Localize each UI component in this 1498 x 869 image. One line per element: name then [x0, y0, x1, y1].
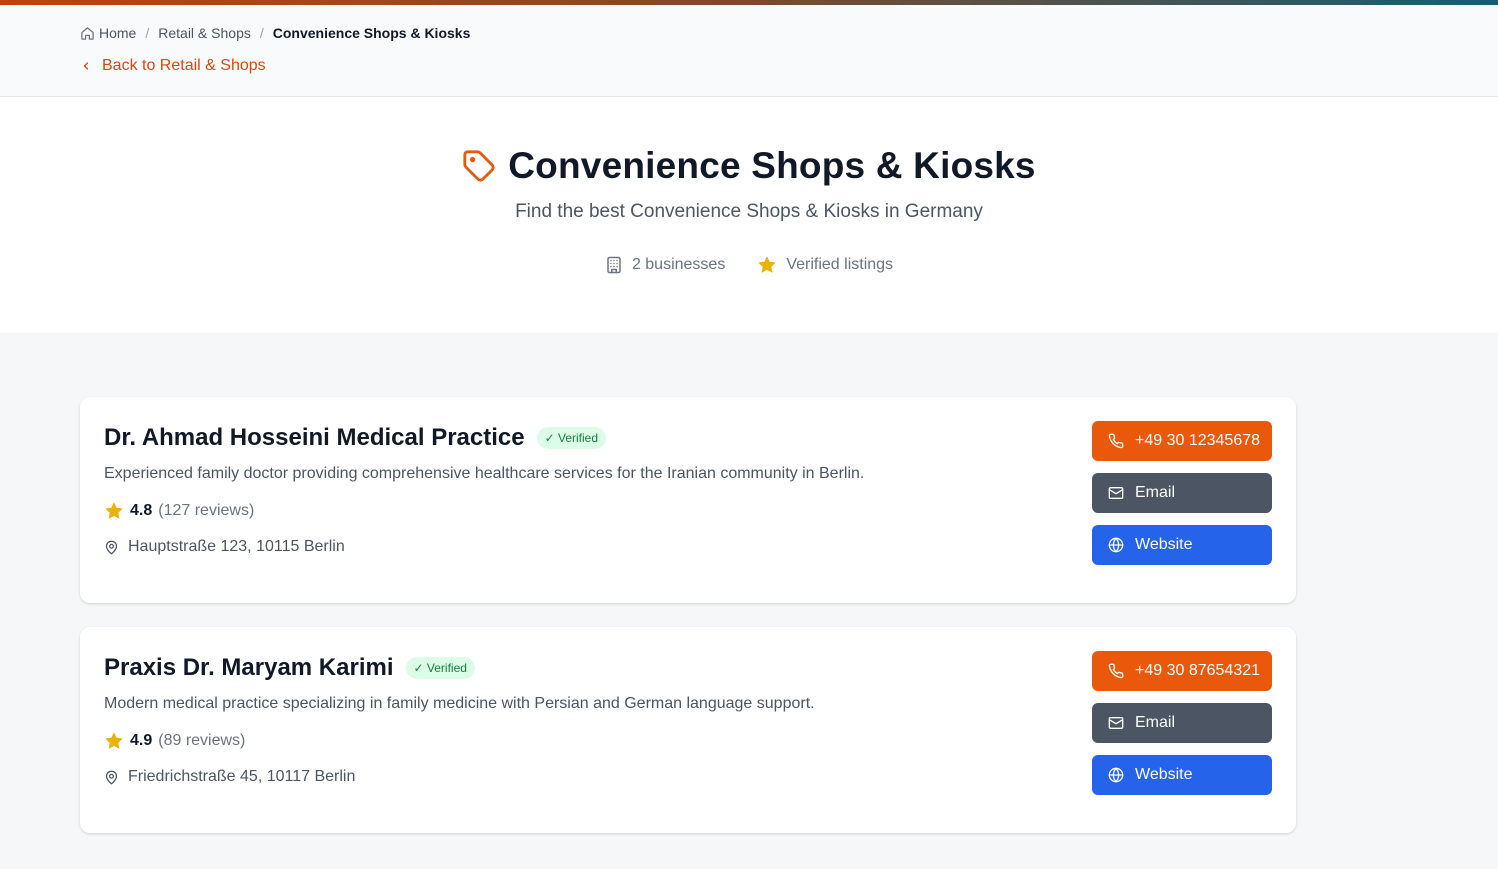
- mail-icon: [1108, 715, 1124, 731]
- star-icon: [104, 731, 124, 751]
- email-label: Email: [1135, 484, 1176, 501]
- verified-listings-stat: Verified listings: [757, 255, 893, 275]
- business-card: Dr. Ahmad Hosseini Medical Practice ✓ Ve…: [80, 397, 1296, 603]
- building-icon: [605, 256, 623, 274]
- breadcrumb-section: Home / Retail & Shops / Convenience Shop…: [0, 5, 1498, 97]
- breadcrumb-current: Convenience Shops & Kiosks: [272, 25, 471, 41]
- call-button[interactable]: +49 30 87654321: [1092, 651, 1272, 691]
- hero-stats: 2 businesses Verified listings: [0, 255, 1498, 275]
- business-name[interactable]: Praxis Dr. Maryam Karimi: [104, 654, 394, 682]
- phone-number: +49 30 12345678: [1135, 432, 1261, 449]
- verified-listings-label: Verified listings: [786, 256, 894, 273]
- phone-icon: [1108, 663, 1124, 679]
- website-label: Website: [1135, 536, 1193, 553]
- tag-icon: [462, 149, 496, 183]
- category-hero: Convenience Shops & Kiosks Find the best…: [0, 97, 1498, 333]
- review-count: (89 reviews): [158, 732, 246, 749]
- email-button[interactable]: Email: [1092, 703, 1272, 743]
- back-link-label: Back to Retail & Shops: [102, 57, 266, 74]
- breadcrumb-separator: /: [145, 25, 150, 41]
- verified-badge: ✓ Verified: [536, 427, 607, 449]
- breadcrumb-home-label: Home: [99, 25, 137, 41]
- businesses-count: 2 businesses: [631, 256, 726, 273]
- page-title: Convenience Shops & Kiosks: [508, 145, 1036, 186]
- business-name[interactable]: Dr. Ahmad Hosseini Medical Practice: [104, 424, 525, 452]
- email-button[interactable]: Email: [1092, 473, 1272, 513]
- map-pin-icon: [104, 540, 119, 555]
- business-address: Hauptstraße 123, 10115 Berlin: [128, 538, 345, 555]
- star-icon: [757, 255, 777, 275]
- verified-badge: ✓ Verified: [405, 657, 475, 679]
- call-button[interactable]: +49 30 12345678: [1092, 421, 1272, 461]
- business-card: Praxis Dr. Maryam Karimi ✓ Verified Mode…: [80, 627, 1296, 833]
- rating-value: 4.9: [130, 732, 153, 749]
- card-actions: +49 30 12345678 Email Website: [1092, 421, 1272, 565]
- breadcrumb-separator: /: [259, 25, 264, 41]
- website-button[interactable]: Website: [1092, 525, 1272, 565]
- globe-icon: [1108, 537, 1124, 553]
- globe-icon: [1108, 767, 1124, 783]
- chevron-left-icon: [80, 60, 92, 72]
- business-listings: Dr. Ahmad Hosseini Medical Practice ✓ Ve…: [0, 333, 1498, 833]
- breadcrumb-home[interactable]: Home: [80, 25, 136, 41]
- phone-number: +49 30 87654321: [1135, 662, 1261, 679]
- website-label: Website: [1135, 766, 1193, 783]
- star-icon: [104, 501, 124, 521]
- website-button[interactable]: Website: [1092, 755, 1272, 795]
- breadcrumb: Home / Retail & Shops / Convenience Shop…: [80, 23, 1498, 43]
- home-icon: [80, 26, 95, 41]
- rating-value: 4.8: [130, 502, 153, 519]
- business-address: Friedrichstraße 45, 10117 Berlin: [128, 768, 356, 785]
- hero-title-row: Convenience Shops & Kiosks: [0, 145, 1498, 187]
- map-pin-icon: [104, 770, 119, 785]
- breadcrumb-retail-shops[interactable]: Retail & Shops: [158, 25, 251, 41]
- page-subtitle: Find the best Convenience Shops & Kiosks…: [515, 201, 983, 222]
- back-to-retail-link[interactable]: Back to Retail & Shops: [80, 57, 266, 75]
- businesses-count-stat: 2 businesses: [605, 256, 725, 274]
- review-count: (127 reviews): [158, 502, 255, 519]
- mail-icon: [1108, 485, 1124, 501]
- phone-icon: [1108, 433, 1124, 449]
- card-actions: +49 30 87654321 Email Website: [1092, 651, 1272, 795]
- email-label: Email: [1135, 714, 1176, 731]
